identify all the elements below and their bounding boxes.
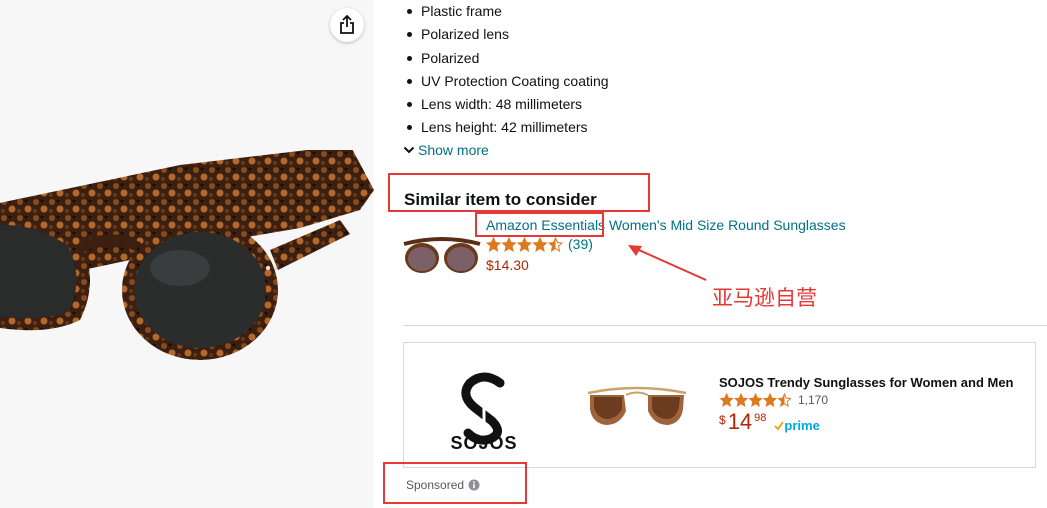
annotation-arrow: [628, 245, 707, 281]
share-button[interactable]: [330, 8, 364, 42]
detail-bullet: UV Protection Coating coating: [404, 70, 609, 93]
price-whole: 14: [727, 409, 753, 434]
price-fraction: 98: [754, 412, 767, 424]
sponsored-product-thumbnail[interactable]: [584, 381, 690, 429]
chevron-down-icon: [403, 146, 415, 154]
detail-bullet: Polarized: [404, 47, 609, 70]
annotation-box-sponsored: [383, 462, 527, 504]
show-more-label: Show more: [418, 142, 489, 158]
rating-count[interactable]: 1,170: [798, 393, 828, 407]
section-divider: [403, 325, 1047, 326]
annotation-box-brand: [475, 212, 604, 237]
star-rating-icon: [719, 393, 792, 407]
detail-bullet: Lens height: 42 millimeters: [404, 116, 609, 139]
brand-name: SOJOS: [450, 433, 518, 453]
sponsored-product-title[interactable]: SOJOS Trendy Sunglasses for Women and Me…: [719, 375, 1014, 390]
prime-label: prime: [784, 418, 820, 433]
product-sunglasses-image[interactable]: [0, 150, 374, 380]
similar-item-rating[interactable]: (39): [486, 236, 593, 252]
similar-item-thumbnail[interactable]: [402, 232, 482, 278]
share-icon: [340, 15, 354, 34]
similar-item-title[interactable]: Women's Mid Size Round Sunglasses: [605, 217, 846, 233]
product-details-list: Plastic frame Polarized lens Polarized U…: [404, 0, 609, 140]
detail-bullet: Plastic frame: [404, 0, 609, 23]
show-more-link[interactable]: Show more: [403, 142, 489, 158]
annotation-label: 亚马逊自营: [712, 286, 817, 310]
product-image-panel: [0, 0, 374, 508]
prime-badge: prime: [774, 418, 820, 433]
sponsored-product-rating[interactable]: 1,170: [719, 393, 828, 407]
sponsored-product-price: $ 14 98 prime: [719, 409, 820, 435]
star-rating-icon: [486, 236, 564, 252]
sponsored-ad-card[interactable]: SOJOS SOJOS Trendy Sunglasses for Women …: [403, 342, 1036, 468]
prime-check-icon: [774, 420, 785, 430]
detail-bullet: Lens width: 48 millimeters: [404, 93, 609, 116]
similar-item-price: $14.30: [486, 257, 529, 273]
annotation-box-heading: [388, 173, 650, 212]
detail-bullet: Polarized lens: [404, 23, 609, 46]
rating-count[interactable]: (39): [568, 236, 593, 252]
price-symbol: $: [719, 413, 726, 427]
